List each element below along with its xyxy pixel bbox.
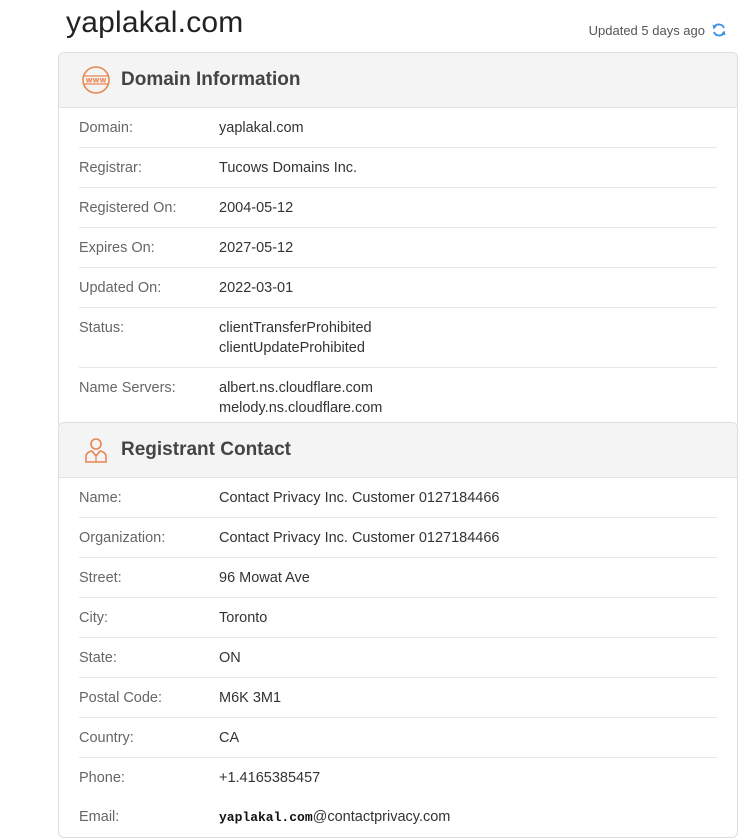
- table-row: Domain: yaplakal.com: [79, 108, 717, 148]
- domain-information-rows: Domain: yaplakal.com Registrar: Tucows Doma…: [59, 108, 737, 427]
- value-line: Contact Privacy Inc. Customer 0127184466: [219, 490, 500, 506]
- row-value: Tucows Domains Inc.: [219, 158, 357, 178]
- value-line: 2022-03-01: [219, 280, 294, 296]
- row-label: Name:: [79, 490, 122, 506]
- table-row: Postal Code: M6K 3M1: [79, 678, 717, 718]
- value-line: CA: [219, 730, 240, 746]
- value-line: yaplakal.com: [219, 120, 304, 136]
- registrant-contact-rows: Name: Contact Privacy Inc. Customer 01271…: [59, 478, 737, 837]
- value-line: clientUpdateProhibited: [219, 340, 365, 356]
- value-line: melody.ns.cloudflare.com: [219, 400, 383, 416]
- svg-text:www: www: [86, 76, 107, 85]
- row-label: Name Servers:: [79, 380, 176, 396]
- row-value: 2022-03-01: [219, 278, 293, 298]
- table-row: Email: yaplakal.com@contactprivacy.com: [79, 797, 717, 837]
- value-line: ON: [219, 650, 241, 666]
- table-row: Street: 96 Mowat Ave: [79, 558, 717, 598]
- row-value: 96 Mowat Ave: [219, 568, 310, 588]
- row-label: Organization:: [79, 530, 166, 546]
- row-label: State:: [79, 650, 117, 666]
- table-row: Name Servers: albert.ns.cloudflare.com mel…: [79, 368, 717, 427]
- row-value: clientTransferProhibited clientUpdateProh…: [219, 318, 372, 358]
- row-label: Registrar:: [79, 160, 142, 176]
- table-row: Country: CA: [79, 718, 717, 758]
- table-row: Status: clientTransferProhibited clientUpd…: [79, 308, 717, 368]
- updated-status: Updated 5 days ago: [589, 22, 727, 38]
- email-domain: @contactprivacy.com: [312, 809, 451, 825]
- row-label: Street:: [79, 570, 122, 586]
- row-value: CA: [219, 728, 239, 748]
- row-value: 2027-05-12: [219, 238, 293, 258]
- table-row: Organization: Contact Privacy Inc. Custom…: [79, 518, 717, 558]
- value-line: clientTransferProhibited: [219, 320, 372, 336]
- value-line: 2027-05-12: [219, 240, 294, 256]
- table-row: Phone: +1.4165385457: [79, 758, 717, 797]
- updated-text: Updated 5 days ago: [588, 22, 705, 38]
- table-row: Registrar: Tucows Domains Inc.: [79, 148, 717, 188]
- row-label: Expires On:: [79, 240, 155, 256]
- row-label: City:: [79, 610, 108, 626]
- table-row: State: ON: [79, 638, 717, 678]
- table-row: Registered On: 2004-05-12: [79, 188, 717, 228]
- email-user: yaplakal.com: [219, 810, 313, 825]
- table-row: City: Toronto: [79, 598, 717, 638]
- value-line: 2004-05-12: [219, 200, 294, 216]
- table-row: Expires On: 2027-05-12: [79, 228, 717, 268]
- refresh-icon[interactable]: [711, 22, 727, 38]
- page-title: yaplakal.com: [66, 6, 244, 39]
- table-row: Updated On: 2022-03-01: [79, 268, 717, 308]
- domain-information-title: Domain Information: [121, 69, 301, 90]
- value-line: M6K 3M1: [219, 690, 282, 706]
- value-line: +1.4165385457: [219, 770, 321, 786]
- row-label: Status:: [79, 320, 125, 336]
- row-label: Phone:: [79, 770, 125, 786]
- table-row: Name: Contact Privacy Inc. Customer 01271…: [79, 478, 717, 518]
- registrant-contact-title: Registrant Contact: [121, 439, 291, 460]
- row-label: Postal Code:: [79, 690, 163, 706]
- www-icon: www: [81, 65, 111, 95]
- person-icon: [81, 435, 111, 465]
- row-label: Email:: [79, 809, 120, 825]
- row-value: Contact Privacy Inc. Customer 0127184466: [219, 528, 499, 548]
- row-value: +1.4165385457: [219, 768, 320, 788]
- domain-information-header: www Domain Information: [59, 53, 737, 108]
- value-line: 96 Mowat Ave: [219, 570, 310, 586]
- registrant-contact-card: Registrant Contact Name: Contact Privacy …: [58, 422, 738, 838]
- row-value: Toronto: [219, 608, 267, 628]
- row-value: M6K 3M1: [219, 688, 281, 708]
- value-line: Contact Privacy Inc. Customer 0127184466: [219, 530, 500, 546]
- domain-information-card: www Domain Information Domain: yaplakal.c…: [58, 52, 738, 428]
- row-value: Contact Privacy Inc. Customer 0127184466: [219, 488, 499, 508]
- registrant-contact-header: Registrant Contact: [59, 423, 737, 478]
- row-label: Domain:: [79, 120, 133, 136]
- row-label: Registered On:: [79, 200, 177, 216]
- email-value: yaplakal.com@contactprivacy.com: [219, 807, 450, 828]
- row-value: ON: [219, 648, 241, 668]
- row-label: Country:: [79, 730, 134, 746]
- value-line: Toronto: [219, 610, 268, 626]
- row-value: yaplakal.com: [219, 118, 304, 138]
- row-label: Updated On:: [79, 280, 162, 296]
- row-value: 2004-05-12: [219, 198, 293, 218]
- value-line: Tucows Domains Inc.: [219, 160, 358, 176]
- row-value: albert.ns.cloudflare.com melody.ns.cloudf…: [219, 378, 382, 418]
- value-line: albert.ns.cloudflare.com: [219, 380, 373, 396]
